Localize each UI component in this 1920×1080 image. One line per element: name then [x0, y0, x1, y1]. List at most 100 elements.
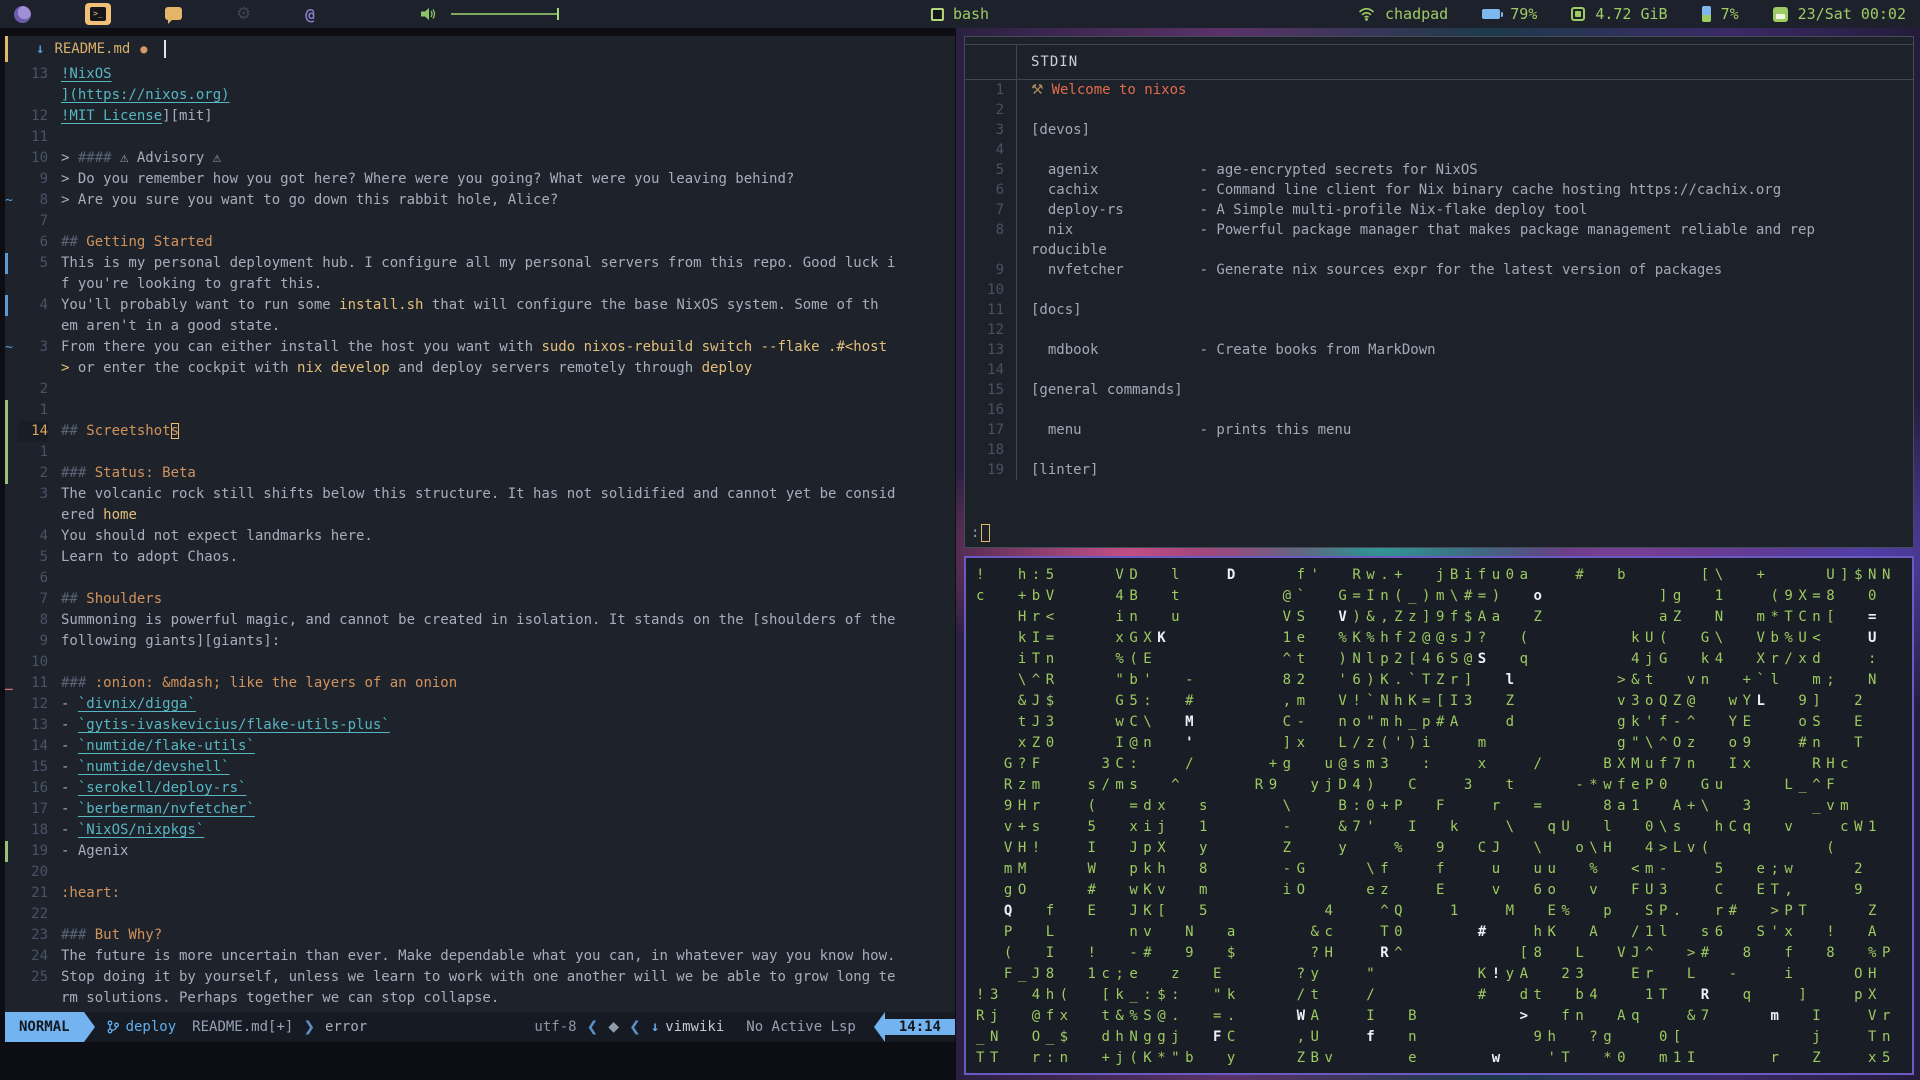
gutter-sign — [5, 379, 18, 400]
volume-slider[interactable] — [450, 8, 559, 20]
gutter-sign — [5, 85, 18, 106]
matrix-row: F_J8 1c;e z E ?y " K!yA 23 Er L - i OH — [1003, 966, 1882, 982]
pager-line: 3 [devos] — [965, 120, 1913, 140]
pager-line: roducible — [965, 240, 1913, 260]
gear-icon[interactable]: ⚙ — [236, 4, 251, 24]
pager-cursor — [981, 524, 991, 542]
tab-readme[interactable]: ↓ README.md ● — [8, 36, 180, 62]
editor-line: _ 11 ### :onion: &mdash; like the layers o… — [5, 673, 955, 694]
pager-body[interactable]: 1 ⚒ Welcome to nixos 2 3 [devos] 4 5 agenix - a… — [965, 80, 1913, 480]
calendar-icon — [1772, 6, 1788, 22]
gutter-sign — [5, 736, 18, 757]
editor-line: 24 The future is more uncertain than ever… — [5, 946, 955, 967]
pager-window: STDIN 1 ⚒ Welcome to nixos 2 3 [devos] 4 5 agen… — [964, 36, 1914, 548]
pager-line-text: nvfetcher - Generate nix sources expr fo… — [1031, 262, 1723, 278]
pager-line-number: 19 — [965, 460, 1017, 480]
line-number: 2 — [39, 381, 48, 397]
line-number: 9 — [39, 171, 48, 187]
battery-icon — [1482, 9, 1504, 19]
line-number — [18, 988, 48, 1009]
git-branch-name: deploy — [125, 1019, 177, 1035]
matrix-row: ! h:5 VD l D f' Rw.+ jBifu0a # b [\ + U]… — [976, 567, 1896, 583]
line-number: 14 — [18, 421, 48, 442]
pager-line-text — [1017, 360, 1913, 380]
pager-line-text: agenix - age-encrypted secrets for NixOS — [1031, 162, 1478, 178]
volume-control[interactable] — [420, 7, 559, 21]
memory-icon — [1571, 7, 1586, 21]
line-number: 13 — [31, 717, 48, 733]
gutter-sign — [5, 232, 18, 253]
editor-line: 13- `gytis-ivaskevicius/flake-utils-plus… — [5, 715, 955, 736]
gutter-sign — [5, 463, 18, 484]
pager-line-number: 11 — [965, 300, 1017, 320]
editor-line: f you're looking to graft this. — [5, 274, 955, 295]
chat-icon[interactable] — [165, 6, 182, 24]
editor-buffer[interactable]: 13 !NixOS](https://nixos.org) 12 !MIT Licen… — [5, 62, 955, 1012]
pager-line-number: 17 — [965, 420, 1017, 440]
powerline-separator — [83, 1012, 95, 1042]
pager-line-text: menu - prints this menu — [1031, 422, 1352, 438]
gutter-sign — [5, 316, 18, 337]
editor-line: 2 ### Status: Beta — [5, 463, 955, 484]
terminal-icon[interactable]: >_ — [85, 3, 111, 25]
gutter-sign — [5, 757, 18, 778]
matrix-row: tJ3 wC\ M C- no"mh_p#A d gk'f-^ YE oS E — [1017, 714, 1868, 730]
pager-line: 13 mdbook - Create books from MarkDown — [965, 340, 1913, 360]
pager-line: 12 — [965, 320, 1913, 340]
pager-line: 8 nix - Powerful package manager that ma… — [965, 220, 1913, 240]
gutter-sign — [5, 652, 18, 673]
pager-line-number: 8 — [965, 220, 1017, 240]
line-number: 8 — [39, 192, 48, 208]
pager-line-text — [1017, 280, 1913, 300]
matrix-row: xZ0 I@n ' ]x L/z(')i m g"\^Oz o9 #n T — [1017, 735, 1868, 751]
line-number: 2 — [39, 465, 48, 481]
editor-line: 13 !NixOS — [5, 64, 955, 85]
pager-line-number: 9 — [965, 260, 1017, 280]
line-number: 13 — [31, 66, 48, 82]
editor-line: 21:heart: — [5, 883, 955, 904]
editor-line: 6 ## Getting Started — [5, 232, 955, 253]
mode-indicator: NORMAL — [5, 1012, 84, 1042]
editor-statusline: NORMAL deploy README.md[+] ❯ error utf-8… — [5, 1012, 955, 1042]
tab-filename: README.md — [54, 41, 131, 57]
pager-line-text: cachix - Command line client for Nix bin… — [1031, 182, 1782, 198]
editor-line: ](https://nixos.org) — [5, 85, 955, 106]
speaker-icon — [420, 8, 436, 20]
memory-usage: 4.72 GiB — [1595, 5, 1668, 23]
matrix-row: P L nv N a &c T0 # hK A /1l s6 S'x ! A — [1003, 924, 1882, 940]
at-icon[interactable]: @ — [305, 5, 315, 24]
line-number: 7 — [39, 591, 48, 607]
matrix-row: 9Hr ( =dx s \ B:0+P F r = 8a1 A+\ 3 _vm — [1003, 798, 1855, 814]
gutter-sign — [5, 253, 18, 274]
editor-line: ered home — [5, 505, 955, 526]
pager-line-text: ⚒ Welcome to nixos — [1031, 82, 1187, 98]
pager-line-text: mdbook - Create books from MarkDown — [1031, 342, 1436, 358]
line-number: 12 — [31, 696, 48, 712]
pager-line-text — [1017, 100, 1913, 120]
matrix-row: v+s 5 xij 1 - &7' I k \ qU l 0\s hCq v c… — [1003, 819, 1882, 835]
line-number: 1 — [39, 402, 48, 418]
line-number: 22 — [31, 906, 48, 922]
pager-prompt[interactable]: : — [971, 524, 991, 542]
gutter-sign — [5, 925, 18, 946]
line-number: 6 — [39, 570, 48, 586]
gutter-sign — [5, 442, 18, 463]
editor-line: 12- `divnix/digga` — [5, 694, 955, 715]
cpu-icon — [1701, 6, 1711, 22]
pager-header: STDIN — [965, 44, 1913, 80]
pager-line-number: 16 — [965, 400, 1017, 420]
firefox-icon[interactable] — [14, 5, 31, 23]
tab-caret — [163, 40, 166, 58]
hostname: chadpad — [1385, 5, 1449, 23]
matrix-row: TT r:n +j(K*"b y ZBv e w 'T *0 m1I r Z x… — [976, 1050, 1896, 1066]
pager-line: 7 deploy-rs - A Simple multi-profile Nix… — [965, 200, 1913, 220]
matrix-row: VH! I JpX y Z y % 9 CJ \ o\H 4>Lv( ( — [1003, 840, 1841, 856]
pager-line: 18 — [965, 440, 1913, 460]
gutter-sign — [5, 568, 18, 589]
pager-line: 10 — [965, 280, 1913, 300]
git-branch-icon — [107, 1020, 119, 1034]
line-number: 10 — [31, 150, 48, 166]
gutter-sign — [5, 169, 18, 190]
gutter-sign — [5, 883, 18, 904]
battery-percent: 79% — [1510, 5, 1538, 23]
